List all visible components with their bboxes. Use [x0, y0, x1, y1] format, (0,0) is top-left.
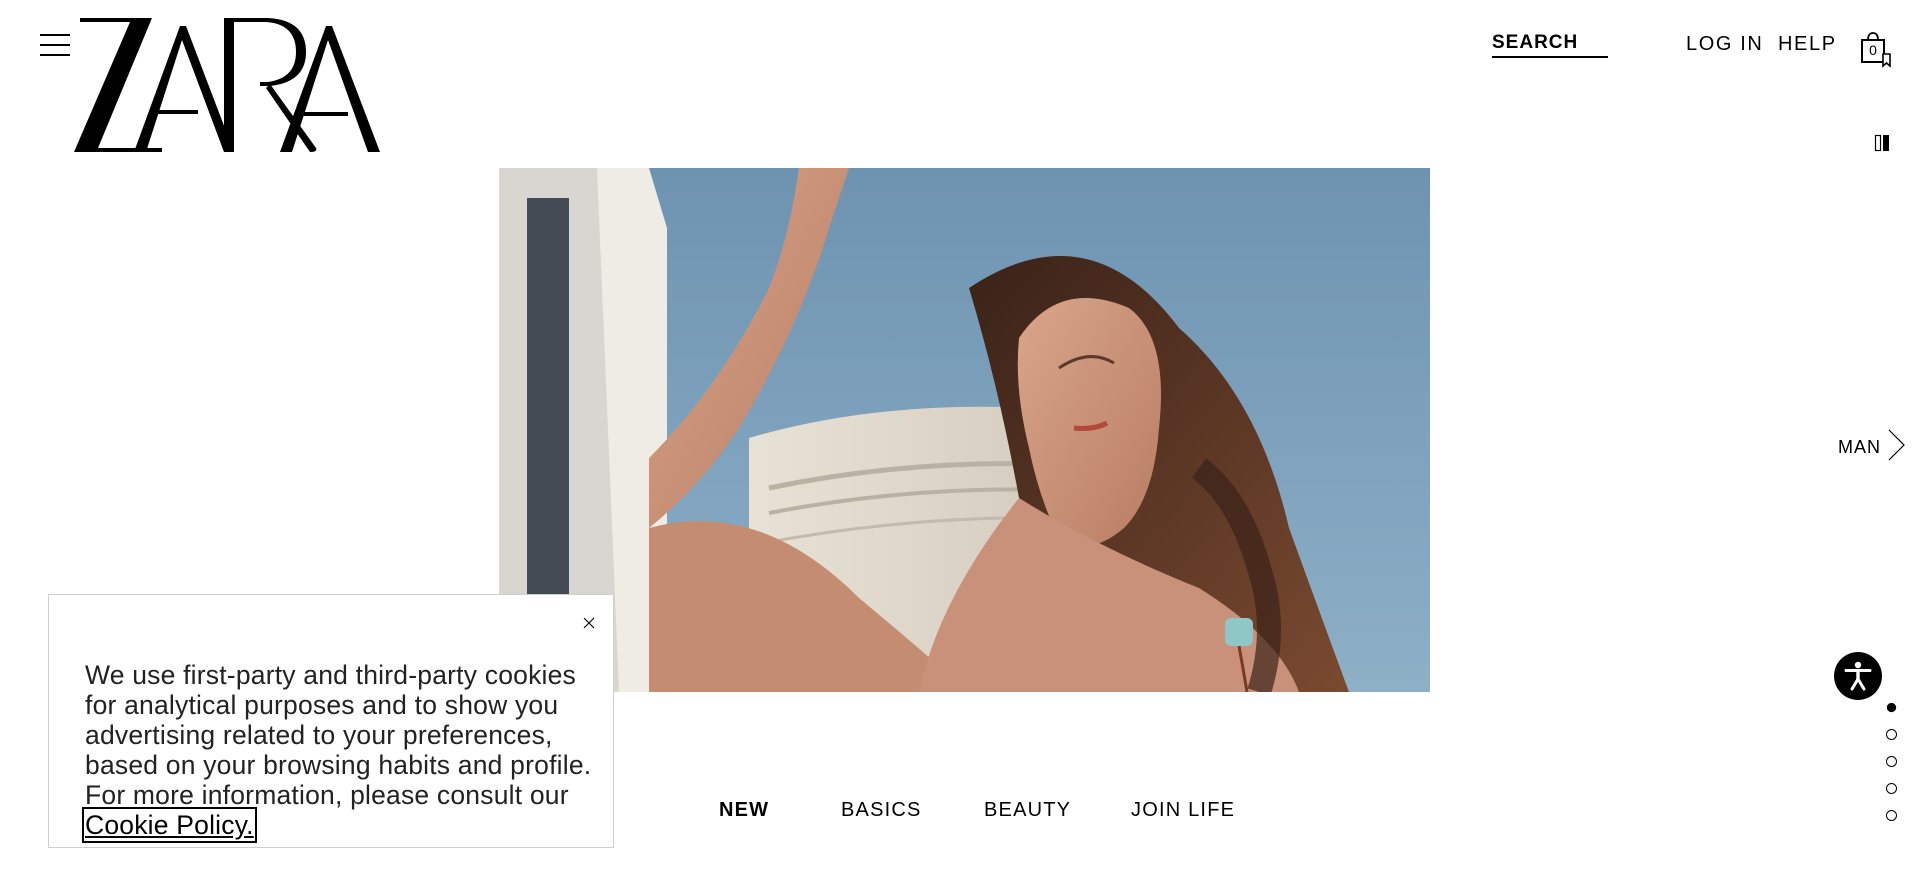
hamburger-menu-icon[interactable] — [40, 32, 70, 58]
zara-logo[interactable] — [74, 16, 394, 152]
man-label: MAN — [1838, 436, 1881, 457]
close-icon[interactable] — [581, 615, 597, 631]
cookie-message: We use first-party and third-party cooki… — [82, 660, 595, 843]
slide-dot[interactable] — [1886, 756, 1897, 767]
cookie-policy-link[interactable]: Cookie Policy. — [82, 807, 257, 843]
bag-count: 0 — [1869, 42, 1877, 58]
grid-view-toggle-icon[interactable] — [1874, 134, 1892, 152]
shopping-bag-icon[interactable]: 0 — [1860, 32, 1892, 68]
category-beauty[interactable]: BEAUTY — [984, 796, 1071, 824]
slide-dot[interactable] — [1886, 729, 1897, 740]
slide-dot[interactable] — [1886, 783, 1897, 794]
slide-dot[interactable] — [1886, 702, 1897, 713]
hero-campaign-image[interactable] — [499, 168, 1430, 692]
help-link[interactable]: HELP — [1778, 30, 1837, 58]
menu-line — [40, 54, 70, 56]
category-join-life[interactable]: JOIN LIFE — [1131, 796, 1235, 824]
category-new[interactable]: NEW — [719, 796, 769, 824]
cookie-banner: We use first-party and third-party cooki… — [48, 594, 614, 848]
menu-line — [40, 44, 70, 46]
menu-line — [40, 34, 70, 36]
chevron-right-icon — [1887, 429, 1905, 466]
login-link[interactable]: LOG IN — [1686, 30, 1763, 58]
category-basics[interactable]: BASICS — [841, 796, 922, 824]
man-section-link[interactable]: MAN — [1838, 429, 1905, 462]
accessibility-icon[interactable] — [1834, 652, 1882, 700]
search-link[interactable]: SEARCH — [1492, 30, 1608, 58]
cookie-message-text: We use first-party and third-party cooki… — [85, 660, 592, 810]
